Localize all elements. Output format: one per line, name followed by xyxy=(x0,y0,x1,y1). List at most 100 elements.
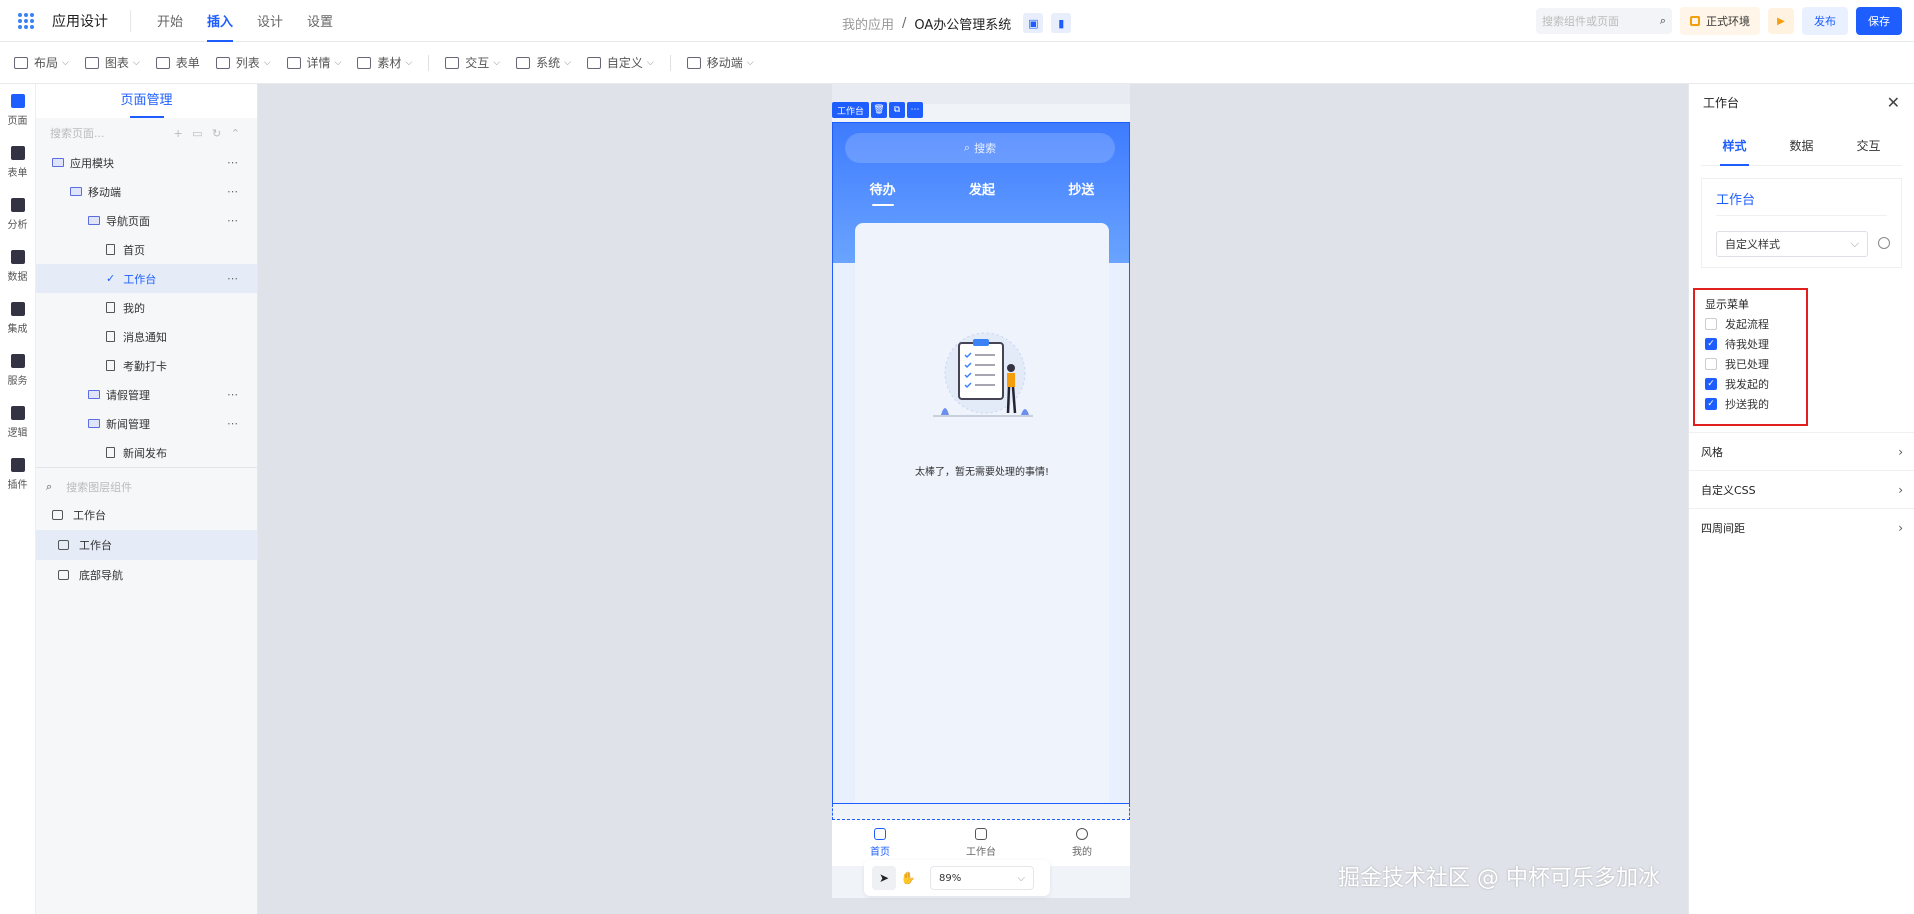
tree-item[interactable]: 移动端 ⋯ xyxy=(36,177,257,206)
toolbar-interaction[interactable]: 交互 ⌵ xyxy=(445,54,500,71)
play-icon[interactable]: ▶ xyxy=(1768,8,1794,34)
rail-item-plugins[interactable]: 插件 xyxy=(0,448,35,500)
more-icon[interactable]: ⋯ xyxy=(227,214,239,227)
rail-item-pages[interactable]: 页面 xyxy=(0,84,35,136)
tab-todo[interactable]: 待办 xyxy=(870,179,896,206)
rail-label: 服务 xyxy=(7,375,28,387)
tab-start[interactable]: 开始 xyxy=(157,11,183,30)
tree-item[interactable]: ✓ 工作台 ⋯ xyxy=(36,264,257,293)
rail-item-analysis[interactable]: 分析 xyxy=(0,188,35,240)
properties-panel: 工作台 ✕ 样式 数据 交互 工作台 自定义样式 ⌵ 显示菜单 发起流程 ✓ 待我处… xyxy=(1688,84,1914,914)
toolbar-detail[interactable]: 详情 ⌵ xyxy=(286,54,341,71)
checkbox[interactable]: ✓ xyxy=(1705,378,1717,390)
checkbox[interactable]: ✓ xyxy=(1705,398,1717,410)
rail-item-integration[interactable]: 集成 xyxy=(0,292,35,344)
section-style[interactable]: 风格 › xyxy=(1689,432,1914,470)
toolbar-system[interactable]: 系统 ⌵ xyxy=(516,54,571,71)
more-icon[interactable]: ⋯ xyxy=(227,417,239,430)
more-icon[interactable]: ⋯ xyxy=(227,185,239,198)
selected-component-tag[interactable]: 工作台 xyxy=(832,102,870,118)
tab-insert[interactable]: 插入 xyxy=(207,11,234,42)
toolbar-chart[interactable]: 图表 ⌵ xyxy=(84,54,140,71)
panel-title[interactable]: 页面管理 xyxy=(36,84,257,118)
more-icon[interactable]: ⋯ xyxy=(907,102,924,118)
nav-home[interactable]: 首页 xyxy=(870,828,890,858)
tree-item[interactable]: 导航页面 ⋯ xyxy=(36,206,257,235)
hand-icon[interactable]: ✋ xyxy=(896,866,920,890)
tree-item[interactable]: 新闻管理 ⋯ xyxy=(36,409,257,438)
bookmark-icon[interactable]: ▮ xyxy=(1051,13,1072,33)
style-select[interactable]: 自定义样式 ⌵ xyxy=(1716,231,1868,257)
component-icon xyxy=(58,540,69,550)
tree-item[interactable]: 考勤打卡 xyxy=(36,351,257,380)
environment-button[interactable]: 正式环境 xyxy=(1680,7,1760,35)
workbench-search[interactable]: ⌕ 搜索 xyxy=(845,133,1115,163)
delete-icon[interactable]: 🗑 xyxy=(871,102,888,118)
more-icon[interactable]: ⋯ xyxy=(227,272,239,285)
tree-divider xyxy=(36,467,257,468)
toolbar-mobile[interactable]: 移动端 ⌵ xyxy=(686,54,754,71)
analysis-icon xyxy=(10,197,25,212)
tree-item[interactable]: 请假管理 ⋯ xyxy=(36,380,257,409)
more-icon[interactable]: ⋯ xyxy=(227,156,239,169)
more-icon[interactable]: ⋯ xyxy=(227,388,239,401)
tree-item[interactable]: 我的 xyxy=(36,293,257,322)
close-icon[interactable]: ✕ xyxy=(1887,93,1900,112)
layer-item[interactable]: 工作台 xyxy=(36,500,257,530)
target-icon[interactable] xyxy=(1878,237,1890,249)
nav-workbench[interactable]: 工作台 xyxy=(966,828,996,858)
menu-option[interactable]: ✓ 我发起的 xyxy=(1705,374,1806,394)
publish-button[interactable]: 发布 xyxy=(1802,7,1848,35)
tab-cc[interactable]: 抄送 xyxy=(1068,179,1094,198)
chart-icon xyxy=(84,56,99,69)
tab-style[interactable]: 样式 xyxy=(1720,137,1749,166)
pointer-icon[interactable]: ➤ xyxy=(872,866,896,890)
tree-item-label: 请假管理 xyxy=(106,388,150,402)
tree-action-icons[interactable]: + ▭ ↻ ⌃ xyxy=(173,127,243,140)
rail-item-data[interactable]: 数据 xyxy=(0,240,35,292)
tree-item[interactable]: 消息通知 xyxy=(36,322,257,351)
toolbar-form[interactable]: 表单 xyxy=(155,54,200,71)
apps-grid-icon[interactable] xyxy=(18,12,34,29)
tab-data[interactable]: 数据 xyxy=(1789,137,1813,154)
page-search-input[interactable]: 搜索页面... + ▭ ↻ ⌃ xyxy=(36,118,257,148)
tab-interaction[interactable]: 交互 xyxy=(1856,137,1880,154)
zoom-select[interactable]: 89% ⌵ xyxy=(930,866,1034,890)
tree-item[interactable]: 新闻发布 xyxy=(36,438,257,467)
preview-icon[interactable]: ▣ xyxy=(1023,13,1044,33)
menu-option[interactable]: 我已处理 xyxy=(1705,354,1806,374)
toolbar-custom[interactable]: 自定义 ⌵ xyxy=(586,54,654,71)
tree-item[interactable]: 首页 xyxy=(36,235,257,264)
component-search-input[interactable]: 搜索组件或页面 ⌕ xyxy=(1536,8,1672,34)
checkbox[interactable]: ✓ xyxy=(1705,338,1717,350)
toolbar-list[interactable]: 列表 ⌵ xyxy=(215,54,271,71)
toolbar-material[interactable]: 素材 ⌵ xyxy=(357,54,412,71)
tab-initiated[interactable]: 发起 xyxy=(969,179,995,198)
checkbox[interactable] xyxy=(1705,318,1717,330)
tab-settings[interactable]: 设置 xyxy=(307,11,333,30)
layer-item[interactable]: 底部导航 xyxy=(36,560,257,590)
breadcrumb-parent[interactable]: 我的应用 xyxy=(842,14,894,33)
rail-item-services[interactable]: 服务 xyxy=(0,344,35,396)
section-custom-css[interactable]: 自定义CSS › xyxy=(1689,470,1914,508)
tab-design[interactable]: 设计 xyxy=(257,11,283,30)
layer-search-input[interactable]: ⌕ 搜索图层组件 xyxy=(36,474,257,500)
copy-icon[interactable]: ⧉ xyxy=(889,102,906,118)
menu-option[interactable]: ✓ 待我处理 xyxy=(1705,334,1806,354)
phone-status-area xyxy=(832,84,1130,104)
section-spacing[interactable]: 四周间距 › xyxy=(1689,508,1914,546)
workbench-component[interactable]: ⌕ 搜索 待办 发起 抄送 太棒了，暂无需要处理的事情! xyxy=(832,122,1130,804)
toolbar-layout[interactable]: 布局 ⌵ xyxy=(14,54,69,71)
tree-item[interactable]: 应用模块 ⋯ xyxy=(36,148,257,177)
list-icon xyxy=(215,56,230,69)
header-actions: 搜索组件或页面 ⌕ 正式环境 ▶ 发布 保存 xyxy=(1536,7,1902,35)
checkbox[interactable] xyxy=(1705,358,1717,370)
layer-item[interactable]: 工作台 xyxy=(36,530,257,560)
menu-option[interactable]: 发起流程 xyxy=(1705,314,1806,334)
rail-item-forms[interactable]: 表单 xyxy=(0,136,35,188)
menu-option[interactable]: ✓ 抄送我的 xyxy=(1705,394,1806,414)
toolbar-label: 移动端 xyxy=(706,56,743,70)
save-button[interactable]: 保存 xyxy=(1856,7,1902,35)
rail-item-logic[interactable]: 逻辑 xyxy=(0,396,35,448)
nav-mine[interactable]: 我的 xyxy=(1072,828,1092,858)
